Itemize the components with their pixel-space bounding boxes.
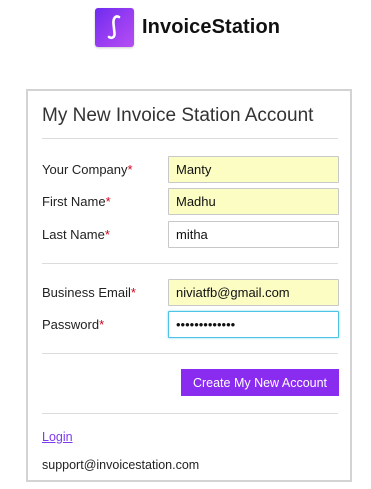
- divider: [42, 353, 338, 354]
- divider: [42, 413, 338, 414]
- signup-card: My New Invoice Station Account Your Comp…: [26, 89, 352, 482]
- last-name-input[interactable]: [168, 221, 339, 248]
- form-title: My New Invoice Station Account: [42, 105, 314, 126]
- password-input[interactable]: [168, 311, 339, 338]
- password-label: Password*: [42, 317, 105, 332]
- support-email: support@invoicestation.com: [42, 458, 200, 472]
- password-row: Password*: [42, 311, 339, 338]
- app-header: InvoiceStation: [95, 7, 280, 47]
- create-account-button[interactable]: Create My New Account: [181, 369, 339, 396]
- company-row: Your Company*: [42, 156, 339, 183]
- last-name-label: Last Name*: [42, 227, 110, 242]
- company-label: Your Company*: [42, 162, 133, 177]
- login-link[interactable]: Login: [42, 430, 73, 444]
- email-row: Business Email*: [42, 279, 339, 306]
- divider: [42, 138, 338, 139]
- first-name-input[interactable]: [168, 188, 339, 215]
- email-label: Business Email*: [42, 285, 136, 300]
- last-name-row: Last Name*: [42, 221, 339, 248]
- brand-name: InvoiceStation: [142, 15, 281, 38]
- company-input[interactable]: [168, 156, 339, 183]
- first-name-label: First Name*: [42, 194, 111, 209]
- email-input[interactable]: [168, 279, 339, 306]
- divider: [42, 263, 338, 264]
- invoicestation-logo-icon: [95, 7, 134, 47]
- first-name-row: First Name*: [42, 188, 339, 215]
